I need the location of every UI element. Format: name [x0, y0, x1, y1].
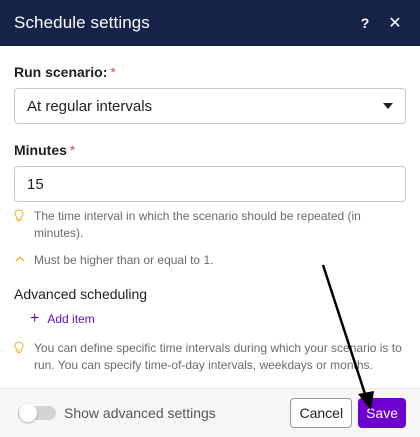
lightbulb-icon: [14, 208, 34, 242]
save-button[interactable]: Save: [358, 398, 406, 428]
dialog-footer: Show advanced settings Cancel Save: [0, 388, 420, 437]
minutes-hint: The time interval in which the scenario …: [14, 208, 406, 242]
run-scenario-select[interactable]: At regular intervals: [14, 88, 406, 124]
minutes-label-text: Minutes: [14, 142, 67, 158]
toggle-knob: [19, 404, 37, 422]
close-icon[interactable]: ✕: [384, 13, 406, 33]
add-item-label: Add item: [47, 312, 95, 326]
dialog-title: Schedule settings: [14, 13, 150, 32]
advanced-scheduling-title: Advanced scheduling: [14, 286, 148, 302]
minutes-validation-text: Must be higher than or equal to 1.: [34, 253, 214, 267]
advanced-settings-label: Show advanced settings: [64, 405, 216, 421]
advanced-hint: You can define specific time intervals d…: [14, 340, 406, 374]
plus-icon: +: [30, 310, 40, 327]
caret-down-icon: [383, 103, 393, 109]
advanced-hint-text: You can define specific time intervals d…: [34, 341, 402, 372]
run-scenario-label: Run scenario: *: [14, 64, 116, 80]
run-scenario-value: At regular intervals: [27, 97, 153, 115]
add-item-button[interactable]: + Add item: [30, 310, 95, 327]
minutes-input-value: 15: [27, 175, 44, 193]
minutes-hint-text: The time interval in which the scenario …: [34, 209, 361, 240]
required-mark: *: [69, 142, 76, 158]
help-icon[interactable]: ?: [354, 15, 376, 31]
minutes-input[interactable]: 15: [14, 166, 406, 202]
advanced-settings-toggle[interactable]: [18, 404, 56, 422]
minutes-validation: Must be higher than or equal to 1.: [14, 252, 406, 269]
dialog-header: Schedule settings ? ✕: [0, 0, 420, 46]
cancel-button[interactable]: Cancel: [290, 398, 353, 428]
run-scenario-label-text: Run scenario:: [14, 64, 108, 80]
minutes-label: Minutes *: [14, 142, 75, 158]
chevron-up-icon: [14, 252, 34, 269]
required-mark: *: [110, 64, 116, 80]
lightbulb-icon: [14, 340, 34, 374]
